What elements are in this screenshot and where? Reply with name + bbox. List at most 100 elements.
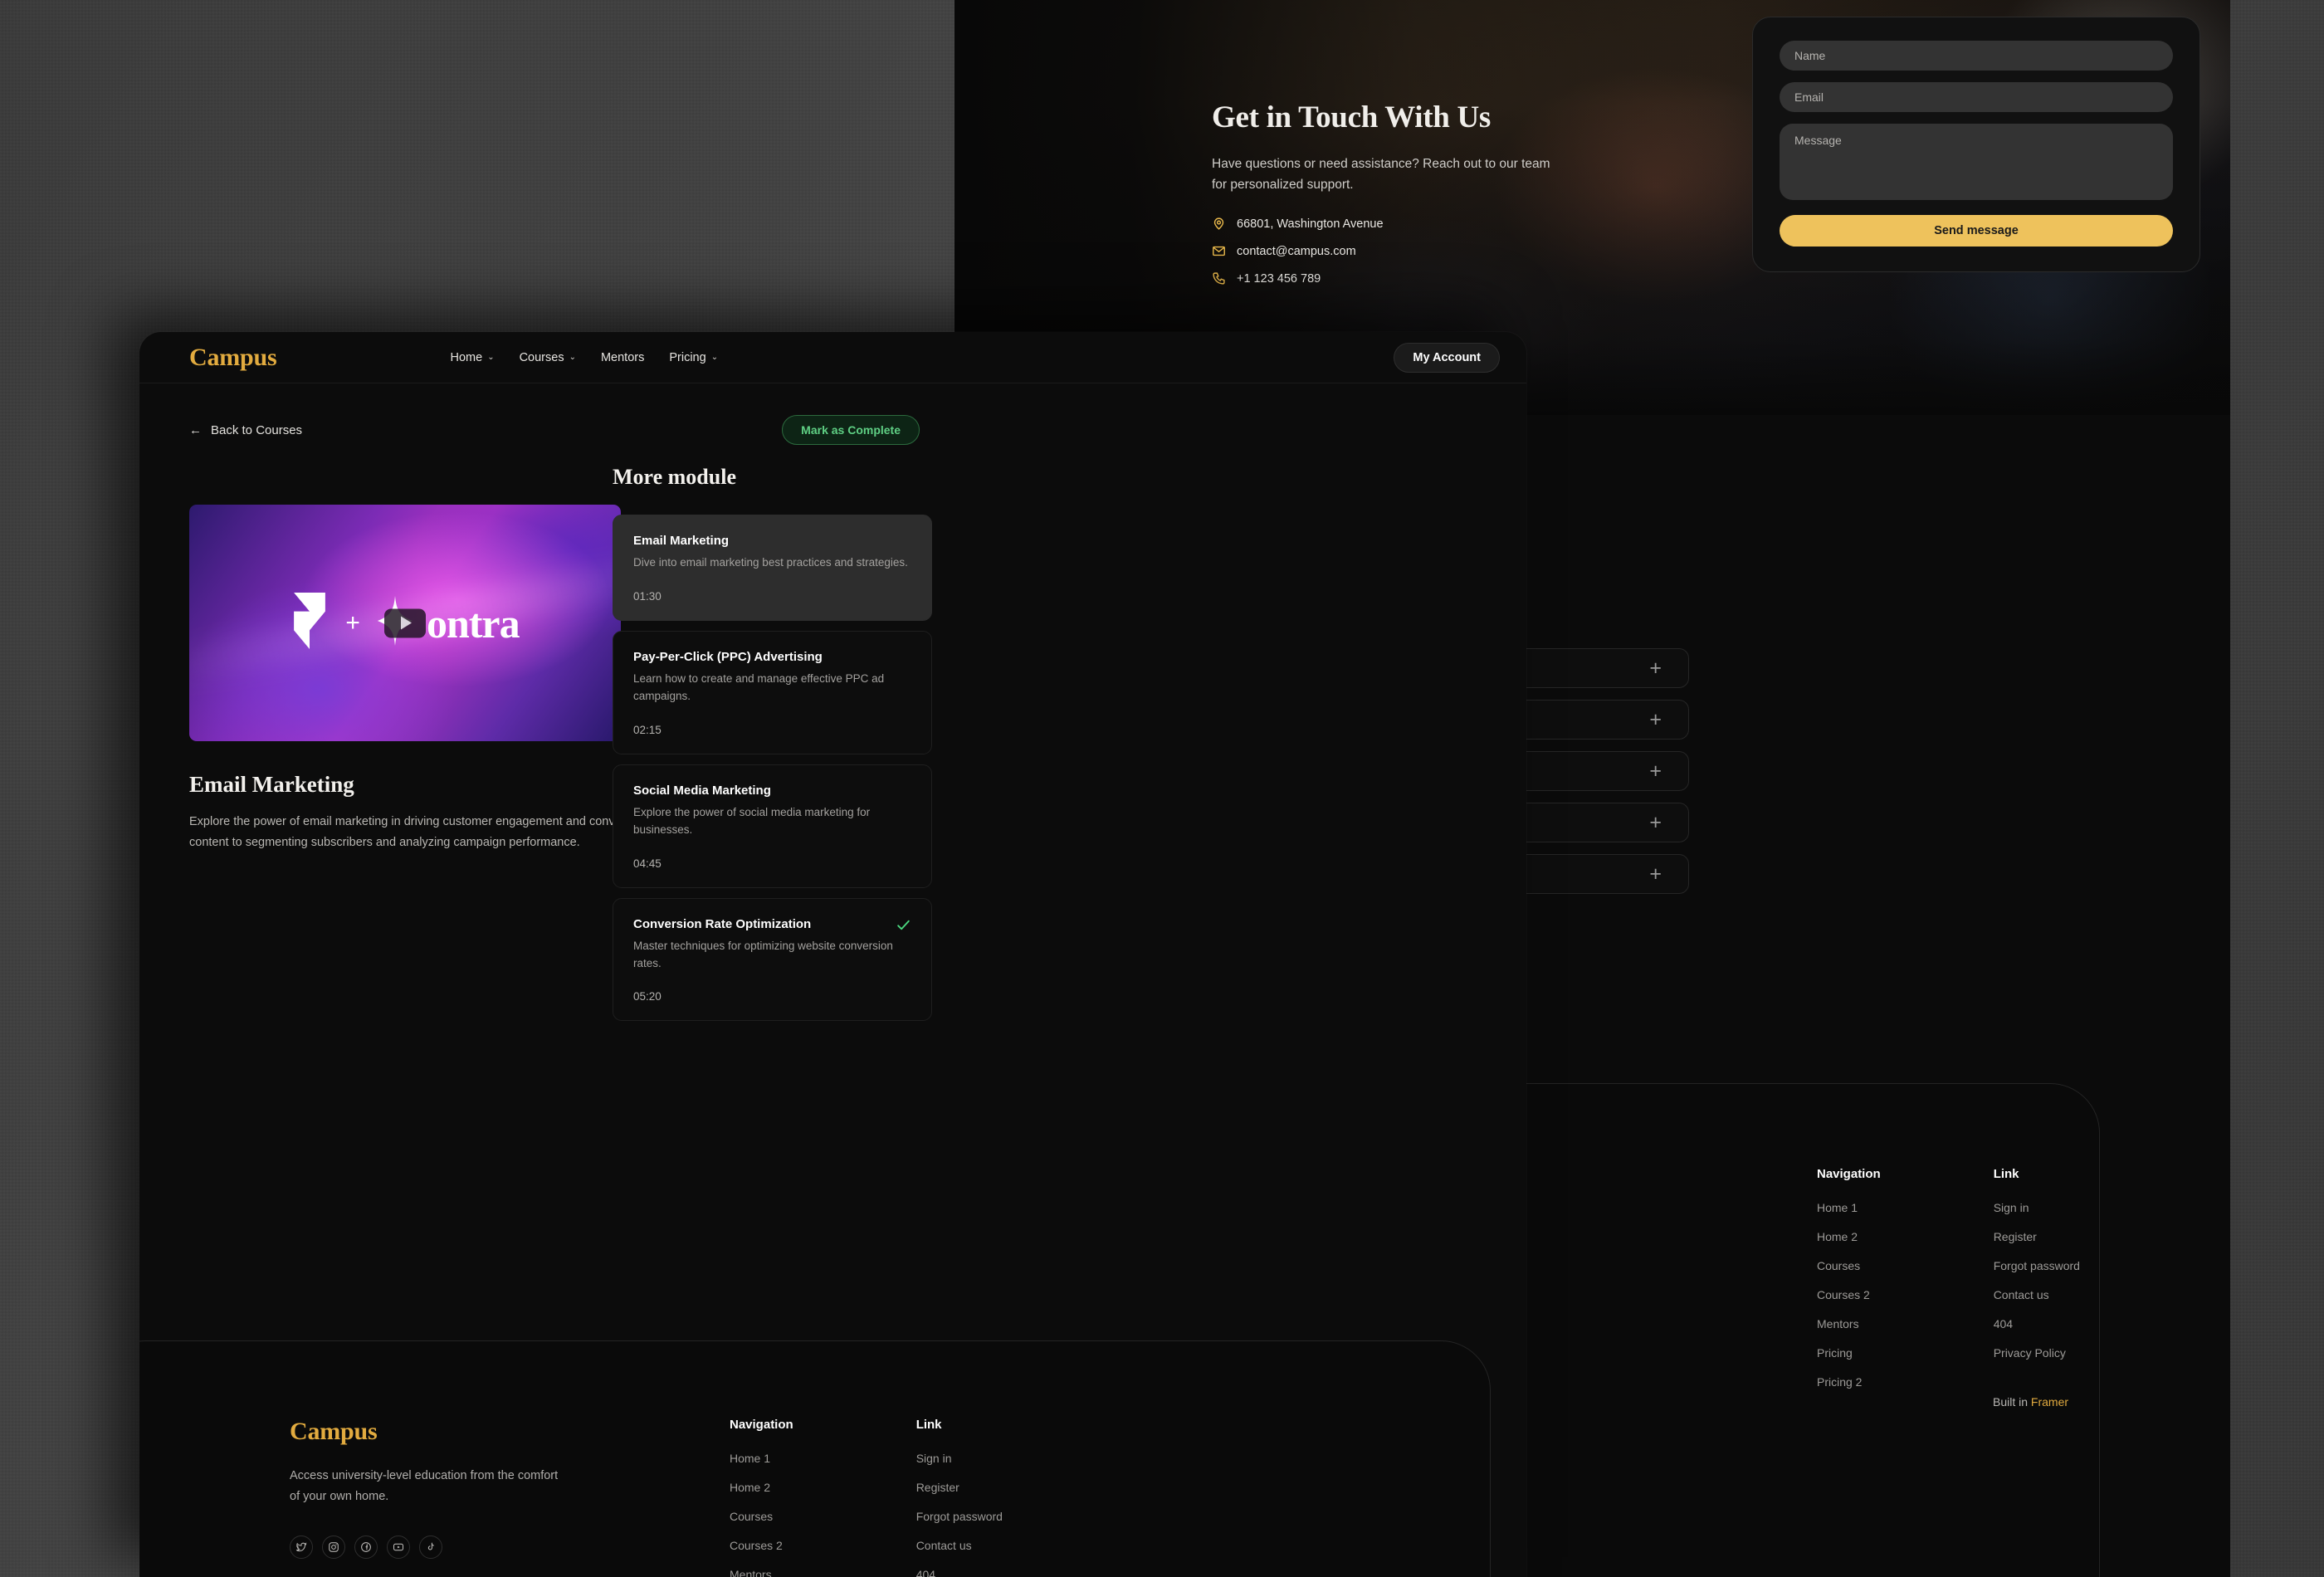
plus-icon[interactable]: + [1649,657,1662,679]
module-list: Email Marketing Dive into email marketin… [613,515,932,1022]
my-account-button[interactable]: My Account [1394,342,1500,373]
footer-nav-column: Navigation Home 1 Home 2 Courses Courses… [730,1418,793,1577]
footer-card: Campus Access university-level education… [139,1340,1491,1577]
module-card[interactable]: Pay-Per-Click (PPC) Advertising Learn ho… [613,630,932,754]
background-footer-nav-link[interactable]: Home 2 [1817,1230,1881,1243]
back-to-courses-label: Back to Courses [211,422,303,437]
footer-nav-link[interactable]: Home 1 [730,1452,793,1465]
contact-phone-text: +1 123 456 789 [1237,271,1321,286]
facebook-icon[interactable] [354,1535,378,1559]
module-card[interactable]: Email Marketing Dive into email marketin… [613,515,932,621]
footer-link[interactable]: 404 [916,1568,1003,1577]
plus-icon[interactable]: + [1649,709,1662,730]
nav-item-mentors[interactable]: Mentors [601,351,644,364]
background-footer-link[interactable]: Privacy Policy [1994,1346,2080,1360]
background-footer-nav-column: Navigation Home 1 Home 2 Courses Courses… [1817,1167,1881,1404]
course-body: ← Back to Courses Mark as Complete + ont… [139,415,1526,1577]
nav-item-home-label: Home [450,350,483,364]
footer-link[interactable]: Contact us [916,1539,1003,1552]
nav-item-pricing-label: Pricing [669,350,706,364]
plus-icon[interactable]: + [1649,863,1662,885]
module-duration: 01:30 [633,589,662,603]
contact-address-row[interactable]: 66801, Washington Avenue [1212,217,1560,231]
play-button[interactable] [384,608,426,637]
contact-email-text: contact@campus.com [1237,244,1356,258]
module-card[interactable]: Social Media Marketing Explore the power… [613,764,932,888]
footer-brand-block: Campus Access university-level education… [290,1418,564,1577]
footer-content: Campus Access university-level education… [290,1418,1427,1577]
footer-columns: Navigation Home 1 Home 2 Courses Courses… [730,1418,1003,1577]
background-footer-link[interactable]: Sign in [1994,1201,2080,1214]
send-message-button[interactable]: Send message [1780,215,2173,247]
background-footer-link-heading: Link [1993,1167,2019,1181]
framer-brand: Framer [2030,1395,2069,1409]
mark-as-complete-button[interactable]: Mark as Complete [782,415,920,445]
contact-detail-rows: 66801, Washington Avenue contact@campus.… [1212,217,1560,286]
footer-nav-link[interactable]: Mentors [730,1568,793,1577]
twitter-icon[interactable] [290,1535,313,1559]
footer-nav-link[interactable]: Courses 2 [730,1539,793,1552]
background-footer-nav-link[interactable]: Courses [1817,1259,1881,1272]
tiktok-icon[interactable] [419,1535,442,1559]
background-footer-nav-link[interactable]: Mentors [1817,1317,1881,1330]
built-in-framer[interactable]: Built in Framer [1993,1395,2068,1409]
footer-link[interactable]: Register [916,1481,1003,1494]
back-to-courses-link[interactable]: ← Back to Courses [189,423,302,437]
footer-nav-link[interactable]: Courses [730,1510,793,1523]
module-description: Explore the power of social media market… [633,805,871,836]
footer-brand[interactable]: Campus [290,1418,564,1446]
framer-logo-icon [290,593,329,653]
nav-item-pricing[interactable]: Pricing ⌄ [669,351,718,364]
map-pin-icon [1212,217,1226,231]
background-footer-link[interactable]: Forgot password [1994,1259,2080,1272]
contra-wordmark: ontra [426,599,520,647]
check-icon [896,917,911,936]
built-prefix: Built in [1993,1395,2031,1409]
module-title: Conversion Rate Optimization [633,916,812,931]
more-modules-panel: More module Email Marketing Dive into em… [613,465,932,1022]
background-footer-nav-link[interactable]: Courses 2 [1817,1288,1881,1301]
arrow-left-icon: ← [189,422,202,437]
module-title: Pay-Per-Click (PPC) Advertising [633,649,823,664]
contact-info-block: Get in Touch With Us Have questions or n… [1212,100,1560,286]
footer-link[interactable]: Sign in [916,1452,1003,1465]
module-card[interactable]: Conversion Rate Optimization Master tech… [613,897,932,1022]
module-description: Dive into email marketing best practices… [633,556,908,569]
contact-subtitle: Have questions or need assistance? Reach… [1212,157,1550,193]
course-video-thumbnail[interactable]: + ontra [189,505,621,741]
course-title: Email Marketing [189,772,354,797]
course-toolbar: ← Back to Courses Mark as Complete [189,415,920,445]
plus-icon[interactable]: + [1649,760,1662,782]
background-footer-nav-link[interactable]: Home 1 [1817,1201,1881,1214]
background-footer-columns: Navigation Home 1 Home 2 Courses Courses… [1817,1167,2080,1404]
footer-nav-heading: Navigation [730,1418,793,1432]
brand-logo[interactable]: Campus [189,344,277,372]
youtube-icon[interactable] [387,1535,410,1559]
message-input[interactable] [1780,124,2173,200]
footer-link[interactable]: Forgot password [916,1510,1003,1523]
background-footer-nav-link[interactable]: Pricing [1817,1346,1881,1360]
social-links [290,1535,564,1559]
email-input[interactable] [1780,82,2173,112]
name-input[interactable] [1780,41,2173,71]
footer-nav-link[interactable]: Home 2 [730,1481,793,1494]
nav-links: Home ⌄ Courses ⌄ Mentors Pricing ⌄ [451,351,719,364]
background-footer-link[interactable]: Contact us [1994,1288,2080,1301]
background-footer-link[interactable]: Register [1994,1230,2080,1243]
plus-icon[interactable]: + [1649,812,1662,833]
nav-item-courses-label: Courses [519,350,564,364]
instagram-icon[interactable] [322,1535,345,1559]
background-footer-nav-link[interactable]: Pricing 2 [1817,1375,1881,1389]
phone-icon [1212,271,1226,286]
background-footer-nav-heading: Navigation [1817,1167,1881,1181]
nav-item-courses[interactable]: Courses ⌄ [520,351,576,364]
module-description: Learn how to create and manage effective… [633,671,885,702]
module-title: Email Marketing [633,534,730,548]
chevron-down-icon: ⌄ [569,353,576,362]
contact-email-row[interactable]: contact@campus.com [1212,244,1560,258]
nav-item-home[interactable]: Home ⌄ [451,351,495,364]
contact-phone-row[interactable]: +1 123 456 789 [1212,271,1560,286]
background-footer-link[interactable]: 404 [1994,1317,2080,1330]
module-duration: 04:45 [633,857,662,870]
plus-separator: + [345,608,360,637]
